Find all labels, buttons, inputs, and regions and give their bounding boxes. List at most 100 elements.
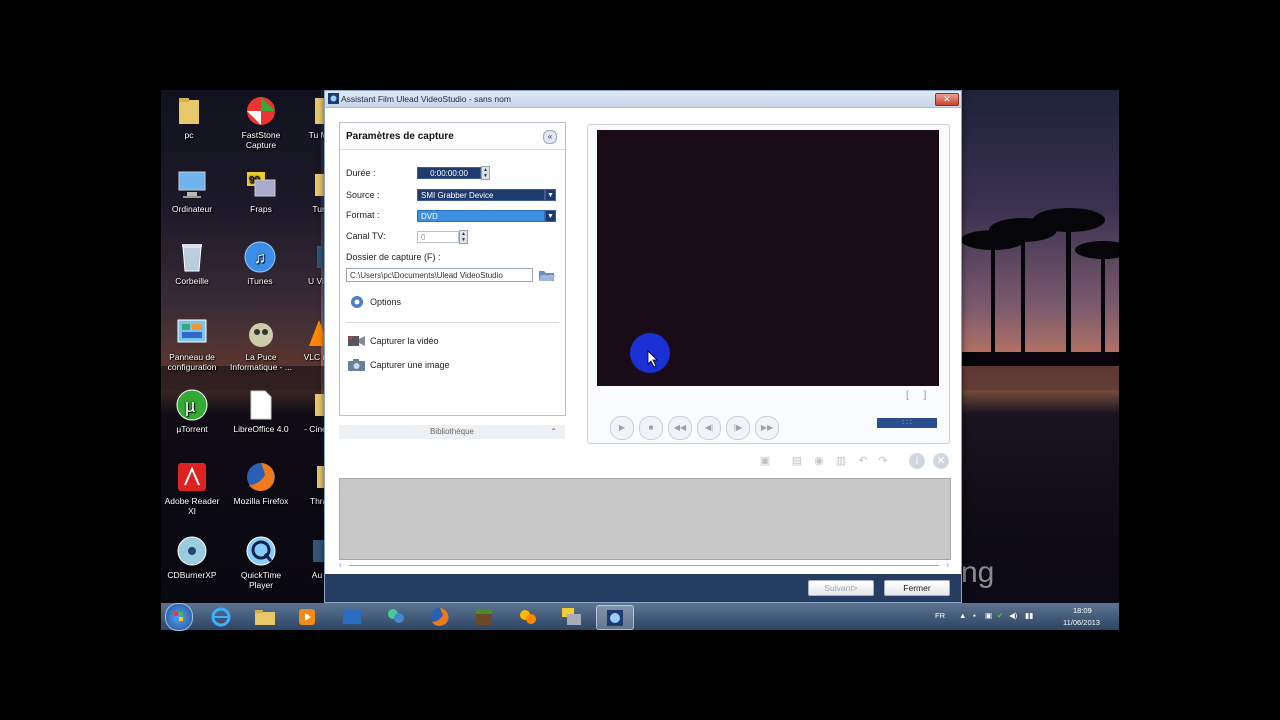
title-bar[interactable]: Assistant Film Ulead VideoStudio - sans … bbox=[325, 91, 961, 108]
panel-title: Paramètres de capture bbox=[346, 131, 454, 142]
toolbar-icons: ▣ ▤ ◉ ▥ ↶ ↷ i ✕ bbox=[755, 453, 955, 469]
format-select[interactable]: DVD bbox=[417, 210, 545, 222]
videostudio-icon bbox=[607, 609, 623, 626]
taskbar-explorer[interactable] bbox=[247, 605, 283, 628]
duree-label: Durée : bbox=[346, 168, 376, 178]
desktop-icon-libreoffice[interactable]: LibreOffice 4.0 bbox=[229, 388, 293, 434]
undo-icon[interactable]: ↶ bbox=[855, 453, 871, 469]
desktop-icon-faststone[interactable]: FastStone Capture bbox=[229, 94, 293, 150]
redo-icon[interactable]: ↷ bbox=[875, 453, 891, 469]
stop-button[interactable]: ■ bbox=[639, 416, 663, 440]
save-tool-icon[interactable]: ▤ bbox=[789, 453, 805, 469]
desktop-icon-fraps[interactable]: 99 Fraps bbox=[229, 168, 293, 214]
desktop-icon-pc[interactable]: pc bbox=[161, 94, 221, 140]
close-window-button[interactable]: Fermer bbox=[884, 580, 950, 596]
computer-icon bbox=[178, 171, 206, 198]
desktop-icon-firefox[interactable]: Mozilla Firefox bbox=[229, 460, 293, 506]
duree-spinner[interactable]: ▲ ▼ bbox=[481, 166, 490, 180]
language-indicator[interactable]: FR bbox=[935, 611, 945, 620]
library-label: Bibliothèque bbox=[429, 427, 475, 436]
desktop-icon-utorrent[interactable]: µ µTorrent bbox=[161, 388, 224, 434]
taskbar-firefox[interactable] bbox=[422, 605, 458, 628]
system-tray: FR ▲ ▪ ▣ ✔ ◀) ▮▮ 18:09 11/06/2013 bbox=[935, 606, 1113, 628]
camera-icon bbox=[348, 359, 365, 371]
firefox-icon bbox=[431, 607, 449, 626]
collapse-panel-button[interactable]: « bbox=[543, 130, 557, 144]
taskbar-ie[interactable] bbox=[203, 605, 239, 628]
network-icon[interactable]: ▮▮ bbox=[1025, 611, 1033, 620]
info-icon[interactable]: i bbox=[909, 453, 925, 469]
quicktime-icon bbox=[246, 536, 276, 566]
svg-text:µ: µ bbox=[185, 396, 195, 416]
adobe-reader-icon bbox=[178, 463, 206, 491]
tray-icon[interactable]: ▪ bbox=[973, 611, 976, 620]
start-button[interactable] bbox=[165, 603, 193, 631]
rewind-button[interactable]: ◀◀ bbox=[668, 416, 692, 440]
scroll-left-icon[interactable]: ‹ bbox=[339, 560, 342, 569]
browse-folder-icon[interactable] bbox=[538, 268, 555, 282]
desktop-icon-adobe-reader[interactable]: Adobe Reader XI bbox=[161, 460, 224, 516]
scroll-right-icon[interactable]: › bbox=[946, 560, 949, 569]
desktop-icon-itunes[interactable]: ♫ iTunes bbox=[228, 240, 292, 286]
options-button[interactable]: Options bbox=[348, 295, 401, 308]
trim-markers[interactable]: [ ] bbox=[906, 390, 932, 401]
canal-tv-label: Canal TV: bbox=[346, 231, 386, 241]
library-bar[interactable]: Bibliothèque ⌃ bbox=[339, 425, 565, 439]
taskbar-media-player[interactable] bbox=[289, 605, 325, 628]
chevron-up-icon[interactable]: ⌃ bbox=[550, 425, 557, 439]
close-circle-icon[interactable]: ✕ bbox=[933, 453, 949, 469]
desktop-icon-panneau[interactable]: Panneau de configuration bbox=[161, 316, 224, 372]
play-button[interactable]: ▶ bbox=[610, 416, 634, 440]
canal-tv-field[interactable]: 0 bbox=[417, 231, 459, 243]
desktop-icon-ordinateur[interactable]: Ordinateur bbox=[161, 168, 224, 214]
desktop-icon-cdburner[interactable]: CDBurnerXP bbox=[161, 534, 224, 580]
taskbar-messenger[interactable] bbox=[378, 605, 414, 628]
source-select[interactable]: SMI Grabber Device bbox=[417, 189, 545, 201]
desktop-icon-corbeille[interactable]: Corbeille bbox=[161, 240, 224, 286]
capture-folder-field[interactable]: C:\Users\pc\Documents\Ulead VideoStudio bbox=[346, 268, 533, 282]
tray-icon[interactable]: ▣ bbox=[985, 611, 992, 620]
capture-video-label: Capturer la vidéo bbox=[370, 335, 439, 346]
svg-text:♫: ♫ bbox=[254, 250, 266, 267]
timecode-display[interactable]: : : : bbox=[877, 418, 937, 428]
taskbar-videostudio[interactable] bbox=[596, 605, 634, 630]
taskbar-app-blue[interactable] bbox=[334, 605, 370, 628]
duree-field[interactable]: 0:00:00:00 bbox=[417, 167, 481, 179]
utorrent-icon: µ bbox=[176, 389, 208, 421]
libreoffice-icon bbox=[250, 390, 272, 420]
export-tool-icon[interactable]: ▥ bbox=[833, 453, 849, 469]
tray-checkmark-icon[interactable]: ✔ bbox=[997, 611, 1003, 620]
divider bbox=[346, 322, 559, 323]
capture-video-button[interactable]: Capturer la vidéo bbox=[348, 334, 439, 347]
previous-frame-button[interactable]: ◀| bbox=[697, 416, 721, 440]
faststone-icon bbox=[247, 97, 275, 125]
horizontal-scrollbar[interactable]: ‹ › bbox=[339, 560, 949, 570]
close-button[interactable]: ✕ bbox=[935, 93, 959, 106]
capture-tool-icon[interactable]: ▣ bbox=[757, 453, 773, 469]
fraps-icon bbox=[562, 607, 581, 625]
app-icon bbox=[343, 609, 361, 624]
storyboard-area[interactable] bbox=[339, 478, 951, 560]
show-hidden-icons[interactable]: ▲ bbox=[959, 611, 966, 620]
disk-tool-icon[interactable]: ◉ bbox=[811, 453, 827, 469]
chevron-down-icon[interactable]: ▼ bbox=[545, 189, 556, 201]
chevron-down-icon[interactable]: ▼ bbox=[545, 210, 556, 222]
canal-tv-spinner[interactable]: ▲ ▼ bbox=[459, 230, 468, 244]
next-frame-button[interactable]: |▶ bbox=[726, 416, 750, 440]
fast-forward-button[interactable]: ▶▶ bbox=[755, 416, 779, 440]
clock-time[interactable]: 18:09 bbox=[1073, 606, 1092, 615]
messenger-icon bbox=[388, 608, 404, 623]
taskbar-fraps[interactable] bbox=[554, 605, 590, 628]
folder-icon bbox=[179, 98, 199, 124]
capture-image-label: Capturer une image bbox=[370, 359, 450, 370]
itunes-icon: ♫ bbox=[244, 241, 276, 273]
taskbar-paint-app[interactable] bbox=[510, 605, 546, 628]
capture-image-button[interactable]: Capturer une image bbox=[348, 358, 450, 371]
volume-icon[interactable]: ◀) bbox=[1009, 611, 1017, 620]
clock-date[interactable]: 11/06/2013 bbox=[1063, 618, 1100, 627]
desktop-icon-lapuce[interactable]: La Puce Informatique - ... bbox=[229, 316, 293, 372]
taskbar-minecraft[interactable] bbox=[466, 605, 502, 628]
next-button[interactable]: Suivant> bbox=[808, 580, 874, 596]
preview-panel: [ ] ▶ ■ ◀◀ ◀| |▶ ▶▶ : : : bbox=[587, 124, 950, 444]
desktop-icon-quicktime[interactable]: QuickTime Player bbox=[229, 534, 293, 590]
